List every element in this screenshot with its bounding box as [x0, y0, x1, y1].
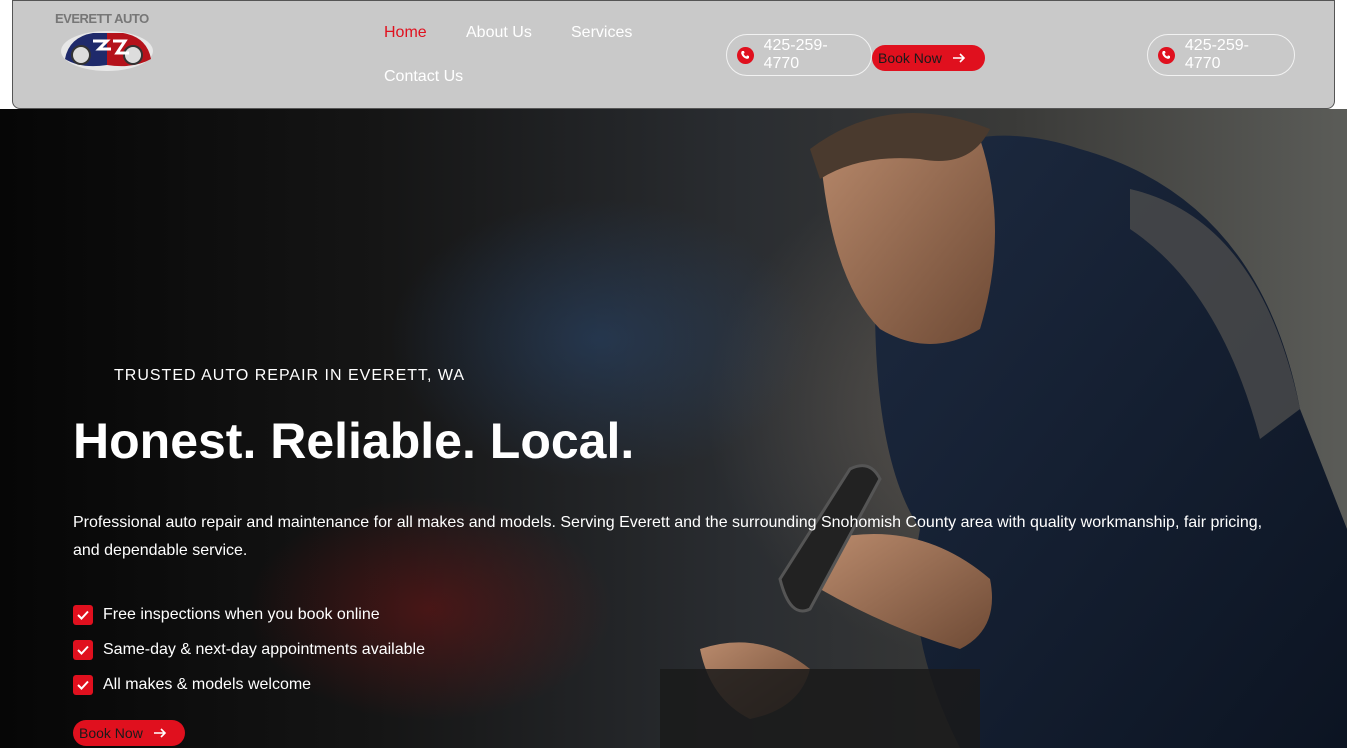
- hero-description: Professional auto repair and maintenance…: [73, 514, 1263, 559]
- car-logo-icon: [61, 31, 153, 71]
- site-header: EVERETT AUTO Home About Us Services Cont…: [12, 0, 1335, 109]
- checklist-text: All makes & models welcome: [103, 675, 312, 693]
- nav-services[interactable]: Services: [571, 24, 632, 42]
- checklist-text: Same-day & next-day appointments availab…: [103, 640, 425, 658]
- nav-contact-us[interactable]: Contact Us: [384, 68, 463, 86]
- checklist-item: Same-day & next-day appointments availab…: [73, 632, 425, 667]
- checkmark-icon: [73, 604, 93, 625]
- checkmark-icon: [73, 639, 93, 660]
- header-phone-button-right[interactable]: 425-259-4770: [1147, 34, 1295, 76]
- phone-icon: [1158, 46, 1175, 64]
- hero-eyebrow: TRUSTED AUTO REPAIR IN EVERETT, WA: [114, 367, 466, 384]
- checklist-item: All makes & models welcome: [73, 667, 425, 702]
- hero-checklist: Free inspections when you book online Sa…: [73, 597, 425, 702]
- book-now-label: Book Now: [878, 50, 942, 66]
- checklist-item: Free inspections when you book online: [73, 597, 425, 632]
- arrow-right-icon: [952, 53, 966, 63]
- nav-about-us[interactable]: About Us: [466, 24, 532, 42]
- checkmark-icon: [73, 674, 93, 695]
- checklist-text: Free inspections when you book online: [103, 605, 380, 623]
- arrow-right-icon: [153, 728, 167, 738]
- nav-home[interactable]: Home: [384, 24, 427, 42]
- header-book-now-button[interactable]: Book Now: [872, 45, 985, 71]
- hero-headline: Honest. Reliable. Local.: [73, 413, 635, 469]
- hero-book-now-button[interactable]: Book Now: [73, 720, 185, 746]
- hero-book-now-label: Book Now: [79, 725, 143, 741]
- mechanic-photo: [660, 113, 1347, 748]
- header-phone-button[interactable]: 425-259-4770: [726, 34, 872, 76]
- brand-logo[interactable]: EVERETT AUTO: [55, 7, 163, 73]
- header-phone-number-right: 425-259-4770: [1184, 37, 1249, 72]
- hero-section: TRUSTED AUTO REPAIR IN EVERETT, WA Hones…: [0, 109, 1347, 748]
- header-phone-number: 425-259-4770: [763, 37, 828, 72]
- phone-icon: [737, 46, 754, 64]
